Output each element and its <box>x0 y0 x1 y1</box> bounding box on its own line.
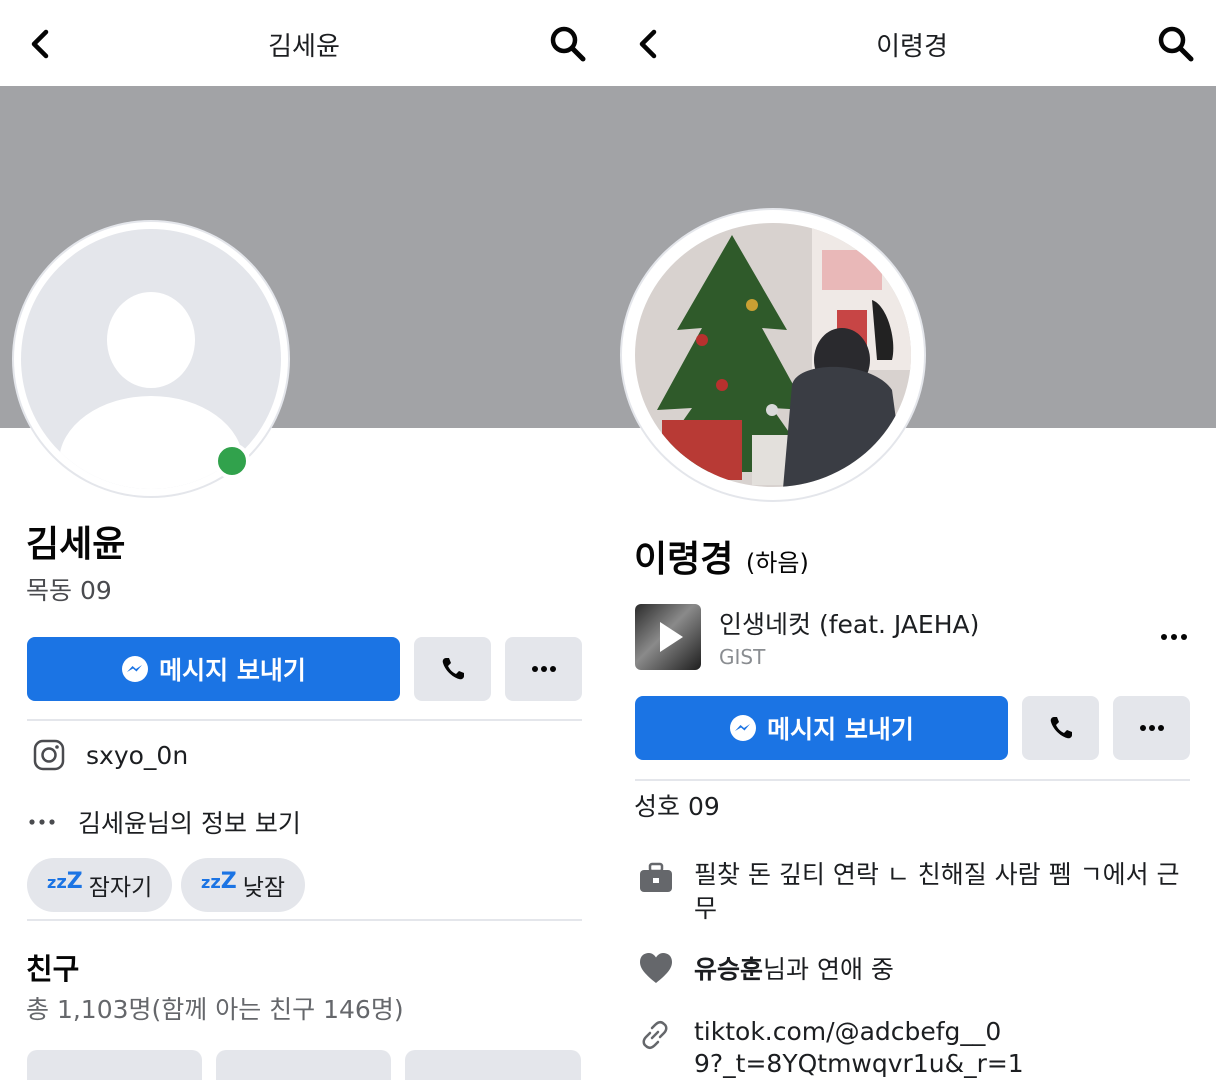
instagram-row[interactable]: sxyo_0n <box>32 738 188 772</box>
send-message-label: 메시지 보내기 <box>767 715 914 744</box>
song-title: 인생네컷 (feat. JAEHA) <box>719 610 980 639</box>
send-message-label: 메시지 보내기 <box>159 656 306 685</box>
search-icon[interactable] <box>1156 24 1196 64</box>
profile-school: 성호 09 <box>634 792 720 821</box>
partner-name[interactable]: 유승훈 <box>694 955 763 984</box>
song-more-dots-icon[interactable] <box>1160 633 1188 641</box>
search-icon[interactable] <box>548 24 588 64</box>
song-artist: GIST <box>719 645 766 669</box>
heart-icon <box>640 953 672 983</box>
profile-song[interactable]: 인생네컷 (feat. JAEHA) GIST <box>635 604 1190 670</box>
friends-count: 총 1,103명(함께 아는 친구 146명) <box>26 995 404 1024</box>
friend-card[interactable] <box>27 1050 202 1080</box>
link-text[interactable]: tiktok.com/@adcbefg__09?_t=8YQtmwqvr1u&_… <box>694 1016 1024 1080</box>
link-icon <box>642 1020 668 1050</box>
send-message-button[interactable]: 메시지 보내기 <box>635 696 1008 760</box>
more-dots-icon <box>531 666 556 672</box>
top-bar: 김세윤 <box>0 0 608 86</box>
profile-name: 이령경 (하음) <box>634 530 809 582</box>
profile-avatar[interactable] <box>622 210 924 500</box>
send-message-button[interactable]: 메시지 보내기 <box>27 637 400 701</box>
divider <box>27 719 582 721</box>
see-info-label[interactable]: 김세윤님의 정보 보기 <box>78 804 301 840</box>
profile-subtitle: 목동 09 <box>26 576 112 605</box>
profile-name-text: 이령경 <box>634 539 734 580</box>
more-dots-icon <box>1139 725 1164 731</box>
profile-photo <box>635 223 911 487</box>
profile-nickname: (하음) <box>745 549 809 577</box>
song-cover-art <box>635 604 701 670</box>
status-chip-label: 잠자기 <box>88 875 153 901</box>
friend-card[interactable] <box>216 1050 391 1080</box>
phone-icon <box>442 658 464 680</box>
status-chip-nap[interactable]: zzZ 낮잠 <box>181 858 306 912</box>
work-text: 필찾 돈 깊티 연락 ㄴ 친해질 사람 펨 ㄱ에서 근무 <box>694 860 1180 923</box>
friend-card[interactable] <box>405 1050 581 1080</box>
status-chip-label: 낮잠 <box>242 875 286 901</box>
status-chip-sleep[interactable]: zzZ 잠자기 <box>27 858 173 912</box>
relationship-row: 유승훈님과 연애 중 <box>638 950 894 986</box>
more-dots-icon <box>29 819 55 825</box>
profile-name: 김세윤 <box>26 524 126 565</box>
instagram-icon <box>33 739 65 771</box>
online-status-dot <box>214 443 250 479</box>
relationship-text: 님과 연애 중 <box>763 955 894 984</box>
friends-section-title: 친구 <box>26 952 80 986</box>
call-button[interactable] <box>414 637 491 701</box>
call-button[interactable] <box>1022 696 1099 760</box>
messenger-icon <box>122 656 149 682</box>
more-options-button[interactable] <box>1113 696 1190 760</box>
header-title: 김세윤 <box>268 32 340 62</box>
profile-panel-right: 이령경 이령경 (하음) 인생네컷 (feat. JAEHA) GIST 메시지… <box>608 0 1216 1080</box>
divider <box>635 779 1190 781</box>
messenger-icon <box>730 715 757 741</box>
briefcase-icon <box>640 862 672 892</box>
zzz-icon: zzZ <box>47 868 83 894</box>
more-options-button[interactable] <box>505 637 582 701</box>
divider <box>27 919 582 921</box>
see-info-row[interactable]: 김세윤님의 정보 보기 <box>28 804 301 840</box>
top-bar: 이령경 <box>608 0 1216 86</box>
instagram-handle[interactable]: sxyo_0n <box>86 741 188 770</box>
link-row[interactable]: tiktok.com/@adcbefg__09?_t=8YQtmwqvr1u&_… <box>638 1016 1193 1080</box>
work-row: 필찾 돈 깊티 연락 ㄴ 친해질 사람 펨 ㄱ에서 근무 <box>638 858 1193 926</box>
header-title: 이령경 <box>876 32 948 62</box>
profile-panel-left: 김세윤 김세윤 목동 09 메시지 보내기 sxyo_0n 김세윤님의 정보 보… <box>0 0 608 1080</box>
phone-icon <box>1050 717 1072 739</box>
play-icon <box>660 622 683 652</box>
zzz-icon: zzZ <box>201 868 237 894</box>
